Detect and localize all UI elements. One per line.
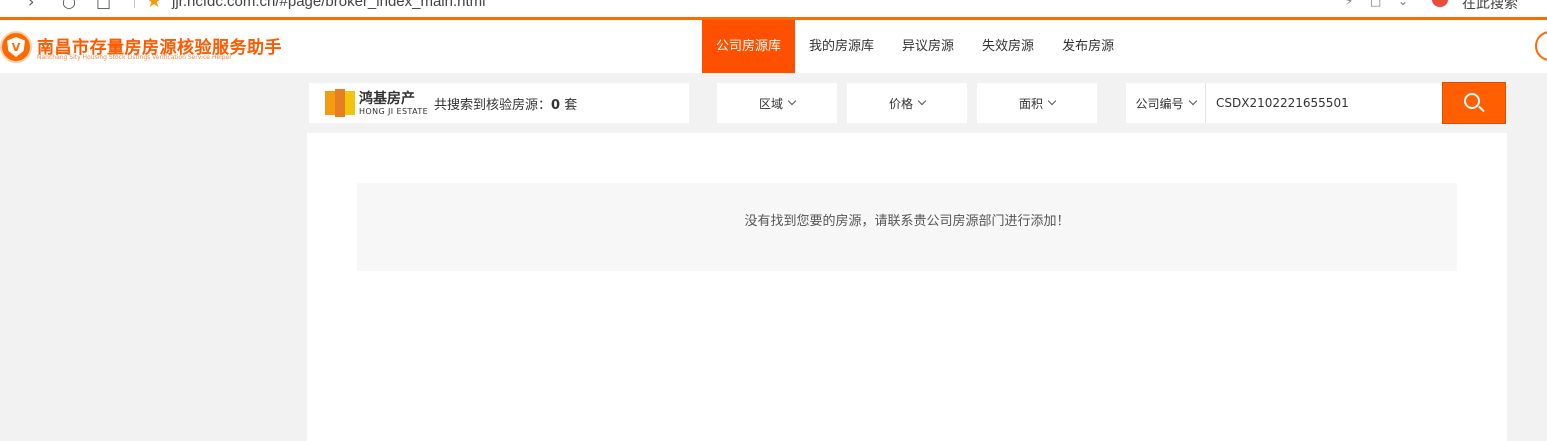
count-value: 0 xyxy=(551,98,561,113)
search-result-count: 共搜索到核验房源：0 套 xyxy=(434,94,577,113)
nav-item-my-listings[interactable]: 我的房源库 xyxy=(795,20,888,73)
toolbar-divider xyxy=(134,0,135,8)
main-nav: 公司房源库 我的房源库 异议房源 失效房源 发布房源 xyxy=(702,20,1128,73)
company-info-box: 鸿基房产 HONG JI ESTATE 共搜索到核验房源：0 套 xyxy=(309,83,689,123)
chevron-down-icon xyxy=(787,96,797,106)
forward-icon[interactable]: › xyxy=(28,0,34,11)
bookmark-star-icon[interactable]: ★ xyxy=(146,0,162,12)
search-type-select[interactable]: 公司编号 xyxy=(1126,83,1206,123)
nav-item-publish-listing[interactable]: 发布房源 xyxy=(1048,20,1128,73)
brand-subtitle: Nanchang Sity Housing Stock Listings Ver… xyxy=(37,54,232,61)
nav-item-expired-listings[interactable]: 失效房源 xyxy=(968,20,1048,73)
search-input[interactable] xyxy=(1206,83,1442,123)
site-logo-icon[interactable]: V xyxy=(0,31,32,63)
search-engine-icon[interactable] xyxy=(1432,0,1448,7)
avatar[interactable] xyxy=(1535,31,1547,61)
region-filter[interactable]: 区域 xyxy=(717,83,837,123)
area-filter-label: 面积 xyxy=(1018,96,1043,111)
site-header: V 南昌市存量房房源核验服务助手 Nanchang Sity Housing S… xyxy=(0,20,1547,73)
chevron-down-icon xyxy=(1047,96,1057,106)
nav-item-company-listings[interactable]: 公司房源库 xyxy=(702,20,796,73)
price-filter[interactable]: 价格 xyxy=(847,83,967,123)
browser-toolbar: › ○ □ ★ jjr.ncfdc.com.cn/#page/broker_in… xyxy=(0,0,1547,17)
count-prefix: 共搜索到核验房源： xyxy=(434,98,552,113)
search-type-label: 公司编号 xyxy=(1135,96,1184,111)
search-button[interactable] xyxy=(1442,82,1506,124)
listing-panel: 没有找到您要的房源，请联系贵公司房源部门进行添加！ xyxy=(307,133,1507,441)
empty-state: 没有找到您要的房源，请联系贵公司房源部门进行添加！ xyxy=(357,183,1457,271)
region-filter-label: 区域 xyxy=(758,96,783,111)
company-name: 鸿基房产 xyxy=(359,91,415,107)
chevron-down-icon xyxy=(917,96,927,106)
price-filter-label: 价格 xyxy=(888,96,913,111)
window-icon[interactable]: □ xyxy=(1370,0,1381,8)
company-logo-icon xyxy=(325,89,355,117)
company-english-name: HONG JI ESTATE xyxy=(359,107,429,116)
address-bar[interactable]: jjr.ncfdc.com.cn/#page/broker_index_main… xyxy=(172,0,486,10)
logo-letter: V xyxy=(11,40,21,54)
chevron-down-icon xyxy=(1188,96,1197,106)
lightning-icon[interactable]: ⚡ xyxy=(1345,0,1353,8)
browser-search-box[interactable]: 在此搜索 xyxy=(1462,0,1518,13)
home-icon[interactable]: □ xyxy=(96,0,111,11)
nav-item-disputed-listings[interactable]: 异议房源 xyxy=(888,20,968,73)
count-suffix: 套 xyxy=(560,98,578,113)
reload-icon[interactable]: ○ xyxy=(62,0,76,11)
empty-state-message: 没有找到您要的房源，请联系贵公司房源部门进行添加！ xyxy=(744,214,1070,229)
dropdown-icon[interactable]: ⌄ xyxy=(1398,0,1408,8)
shield-icon: V xyxy=(7,37,25,57)
search-icon xyxy=(1463,92,1485,114)
area-filter[interactable]: 面积 xyxy=(977,83,1097,123)
